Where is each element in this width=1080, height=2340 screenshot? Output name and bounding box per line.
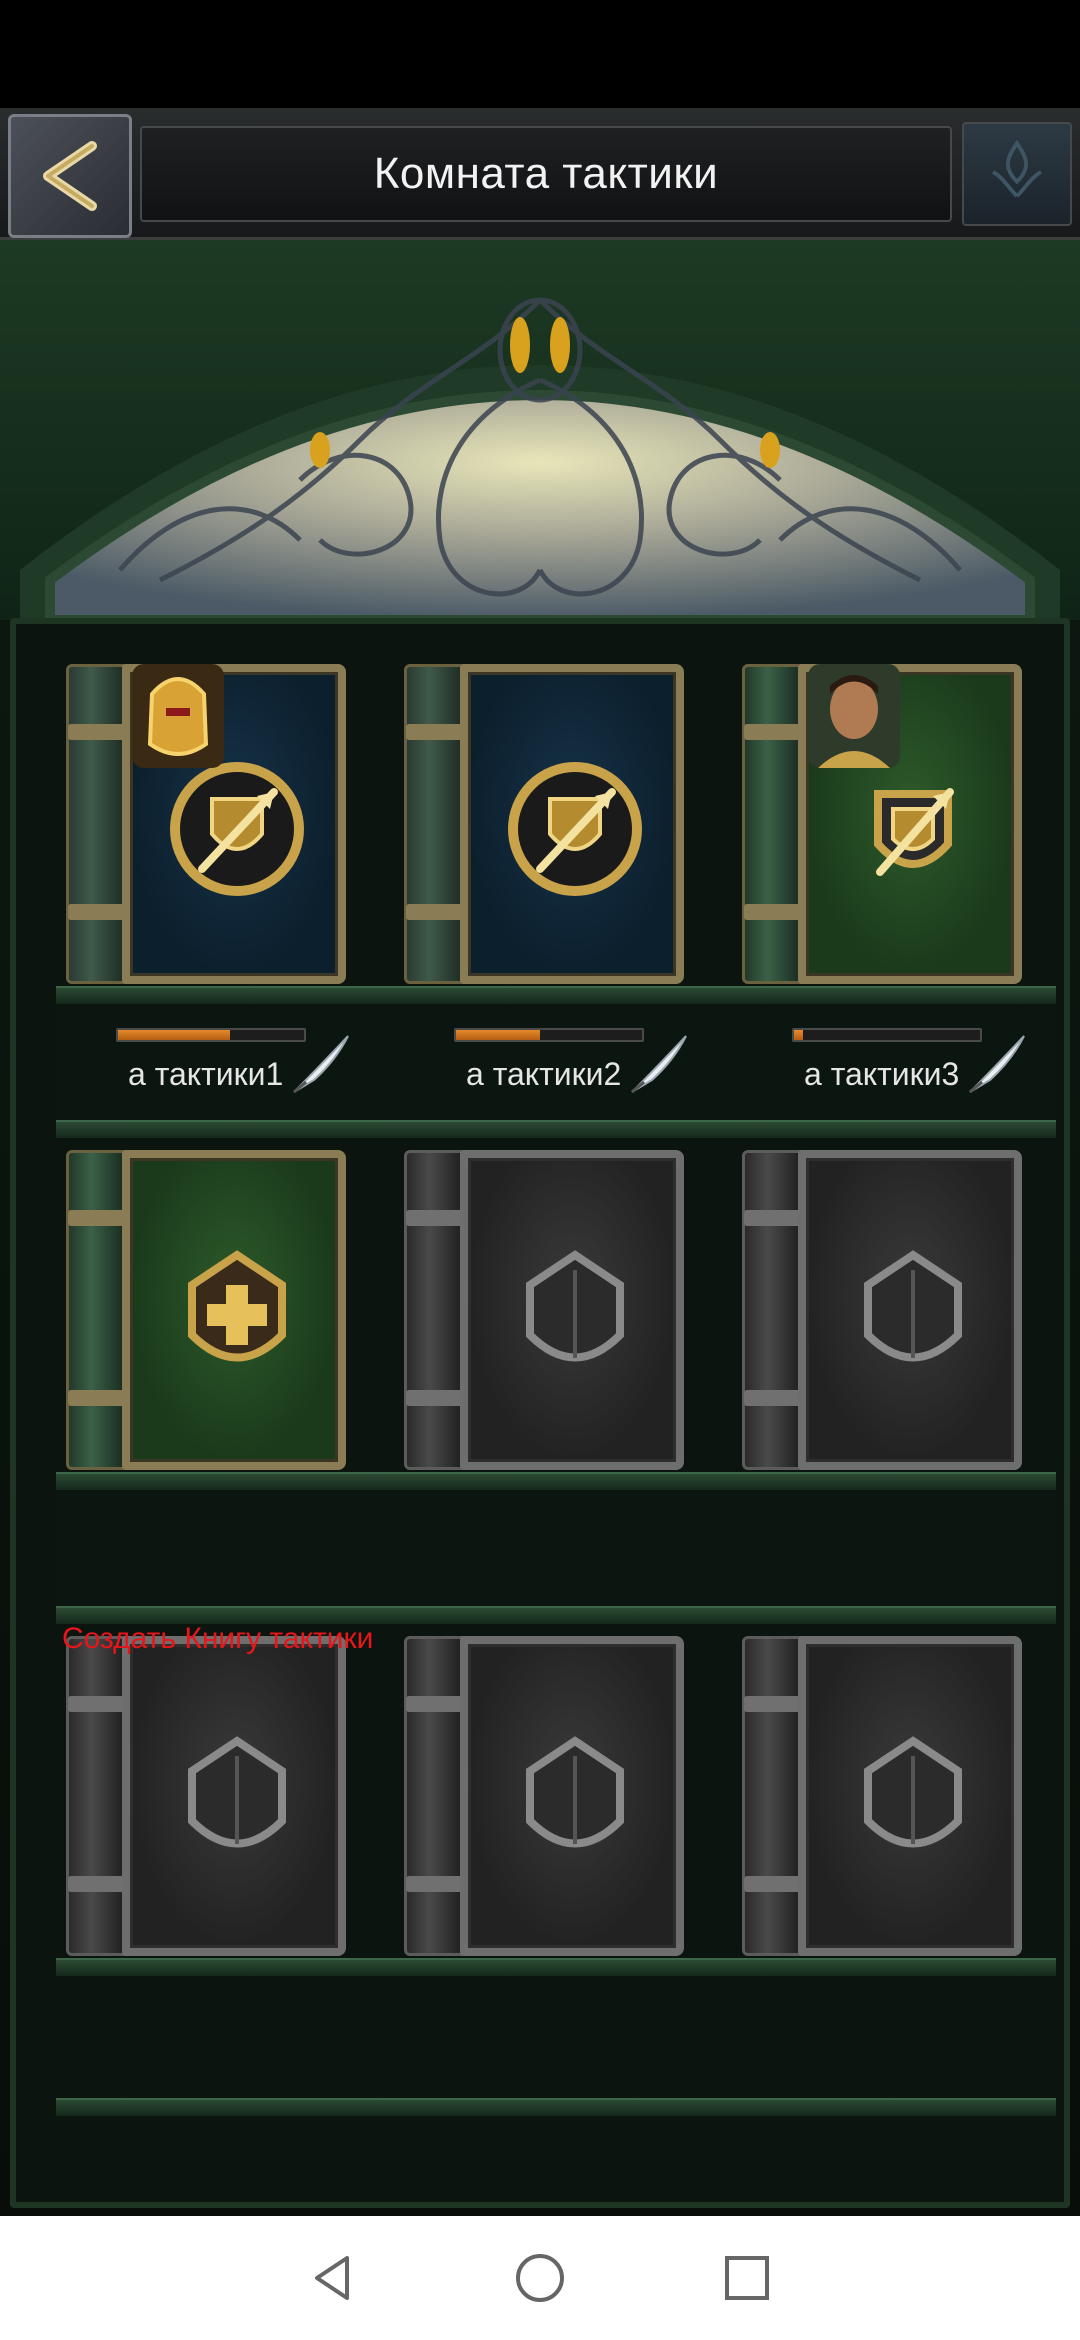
book-band [744, 1210, 802, 1226]
book-name: а тактики2 [466, 1056, 622, 1092]
stained-glass-arch [0, 240, 1080, 620]
tactics-book-3[interactable] [742, 664, 1022, 984]
page-title: Комната тактики [373, 149, 719, 198]
book-band [68, 904, 126, 920]
empty-shield-icon [864, 1736, 962, 1848]
book-spine [404, 664, 466, 984]
book-band [406, 1390, 464, 1406]
book-name: а тактики3 [804, 1056, 960, 1092]
triangle-back-icon [315, 2256, 350, 2300]
book-band [68, 724, 126, 740]
locked-book-slot [742, 1636, 1022, 1956]
book-row-3 [66, 1636, 1046, 1956]
book-spine [66, 1150, 128, 1470]
spear-shield-icon [508, 762, 642, 896]
book-label-1[interactable]: а тактики1 [116, 1028, 356, 1108]
progress-fill [456, 1030, 540, 1040]
book-spine [404, 1150, 466, 1470]
progress-fill [118, 1030, 230, 1040]
book-spine [66, 664, 128, 984]
shelf-plank [56, 2098, 1056, 2116]
back-button[interactable] [8, 114, 132, 238]
book-spine [742, 1636, 804, 1956]
tactics-book-2[interactable] [404, 664, 684, 984]
book-band [406, 1876, 464, 1892]
book-band [68, 1876, 126, 1892]
create-book-slot[interactable] [66, 1150, 346, 1470]
book-spine [742, 1150, 804, 1470]
nav-home-button[interactable] [500, 2238, 580, 2318]
tactics-book-1[interactable] [66, 664, 346, 984]
shelf-plank [56, 1958, 1056, 1976]
shelf-plank [56, 1472, 1056, 1490]
nav-back-button[interactable] [293, 2238, 373, 2318]
create-row [56, 1494, 1056, 1604]
golden-knight-portrait [132, 664, 224, 768]
book-band [744, 1696, 802, 1712]
book-band [406, 1210, 464, 1226]
book-spine [404, 1636, 466, 1956]
system-nav-bar [0, 2216, 1080, 2340]
book-band [744, 904, 802, 920]
status-bar [0, 0, 1080, 108]
empty-shield-icon [864, 1250, 962, 1362]
title-plate: Комната тактики [140, 126, 952, 222]
hero-portrait [808, 664, 900, 768]
create-book-link[interactable]: Создать Книгу тактики [62, 1622, 373, 1656]
empty-shield-icon [188, 1736, 286, 1848]
book-label-2[interactable]: а тактики2 [454, 1028, 694, 1108]
square-recent-icon [724, 2256, 769, 2300]
header: Комната тактики [0, 108, 1080, 240]
circle-home-icon [515, 2254, 564, 2302]
book-band [744, 1390, 802, 1406]
fleur-emblem-icon [962, 122, 1072, 226]
shelf-plank [56, 1120, 1056, 1138]
book-spine [66, 1636, 128, 1956]
book-progress-bar [116, 1028, 306, 1042]
game-screen: Комната тактики а тактики1 а тактики2 а … [0, 108, 1080, 2216]
quill-icon[interactable] [286, 1030, 356, 1100]
spear-shield-icon [874, 788, 954, 876]
empty-shield-icon [526, 1736, 624, 1848]
book-progress-bar [454, 1028, 644, 1042]
book-band [68, 1696, 126, 1712]
book-name: а тактики1 [128, 1056, 284, 1092]
book-label-3[interactable]: а тактики3 [792, 1028, 1032, 1108]
plus-shield-icon [188, 1250, 286, 1362]
progress-fill [794, 1030, 804, 1040]
back-arrow-icon [43, 141, 97, 211]
book-row-1 [66, 664, 1046, 984]
nav-recent-button[interactable] [707, 2238, 787, 2318]
book-band [744, 1876, 802, 1892]
book-band [68, 1390, 126, 1406]
book-labels-row: а тактики1 а тактики2 а тактики3 [56, 1008, 1056, 1118]
book-progress-bar [792, 1028, 982, 1042]
book-shelf: а тактики1 а тактики2 а тактики3 [10, 618, 1070, 2208]
book-band [406, 724, 464, 740]
shelf-plank [56, 986, 1056, 1004]
book-band [68, 1210, 126, 1226]
quill-icon[interactable] [962, 1030, 1032, 1100]
book-band [744, 724, 802, 740]
book-band [406, 1696, 464, 1712]
book-band [406, 904, 464, 920]
quill-icon[interactable] [624, 1030, 694, 1100]
empty-shield-icon [526, 1250, 624, 1362]
locked-book-slot [404, 1150, 684, 1470]
book-spine [742, 664, 804, 984]
locked-book-slot [66, 1636, 346, 1956]
locked-book-slot [404, 1636, 684, 1956]
spear-shield-icon [170, 762, 304, 896]
locked-book-slot [742, 1150, 1022, 1470]
book-row-2 [66, 1150, 1046, 1470]
